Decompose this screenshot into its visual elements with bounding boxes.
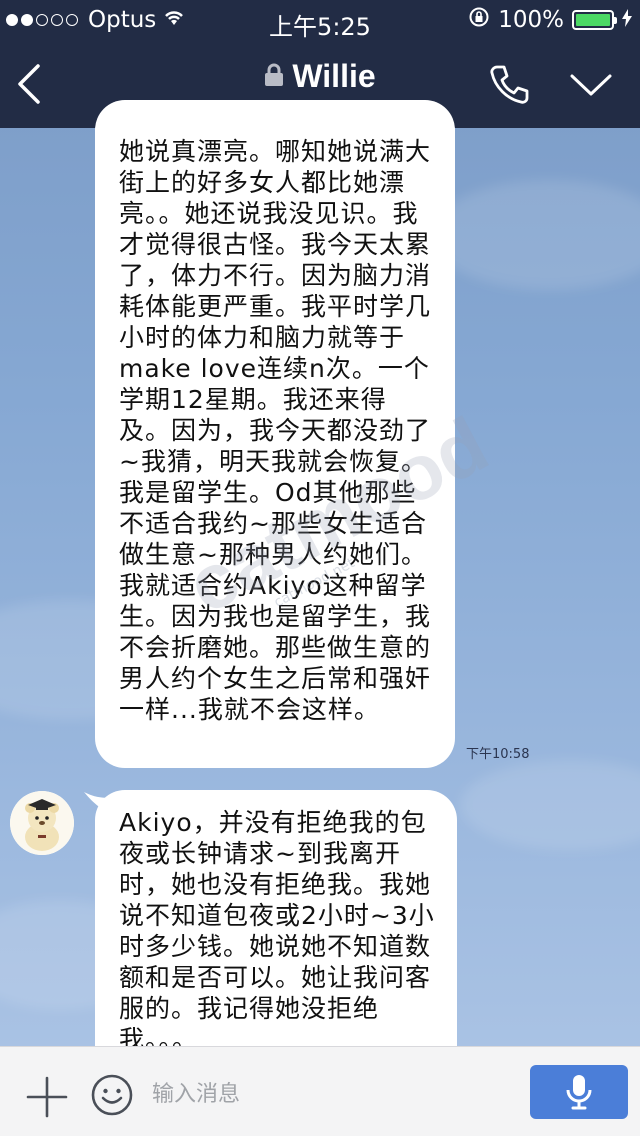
- status-bar: Optus 上午5:25 100%: [0, 0, 640, 41]
- microphone-icon: [566, 1075, 592, 1110]
- message-bubble[interactable]: Akiyo，并没有拒绝我的包夜或长钟请求~到我离开时，她也没有拒绝我。我她说不知…: [95, 790, 457, 1090]
- message-timestamp: 下午10:58: [466, 747, 530, 762]
- menu-button[interactable]: [568, 70, 614, 100]
- chevron-down-icon: [570, 74, 612, 96]
- battery-icon: [572, 10, 617, 30]
- voice-button[interactable]: [530, 1065, 628, 1119]
- call-button[interactable]: [488, 62, 532, 106]
- message-text: Akiyo，并没有拒绝我的包夜或长钟请求~到我离开时，她也没有拒绝我。我她说不知…: [119, 808, 435, 1054]
- charging-icon: [622, 7, 632, 33]
- lock-icon: [264, 63, 284, 91]
- message-bubble[interactable]: 她说真漂亮。哪知她说满大街上的好多女人都比她漂亮。。她还说我没见识。我才觉得很古…: [95, 100, 455, 768]
- rotation-lock-icon: [468, 6, 490, 34]
- plus-icon: [26, 1076, 68, 1118]
- attach-button[interactable]: [26, 1076, 68, 1118]
- status-right: 100%: [468, 6, 632, 34]
- phone-icon: [490, 65, 529, 104]
- avatar[interactable]: [10, 791, 74, 855]
- title-wrap: Willie: [0, 58, 640, 95]
- input-bar: [0, 1046, 640, 1136]
- chat-title[interactable]: Willie: [292, 58, 375, 95]
- emoji-button[interactable]: [90, 1073, 134, 1117]
- message-text: 她说真漂亮。哪知她说满大街上的好多女人都比她漂亮。。她还说我没见识。我才觉得很古…: [119, 137, 432, 724]
- emoji-icon: [91, 1074, 133, 1116]
- message-input[interactable]: [150, 1069, 514, 1119]
- battery-percent: 100%: [498, 7, 564, 33]
